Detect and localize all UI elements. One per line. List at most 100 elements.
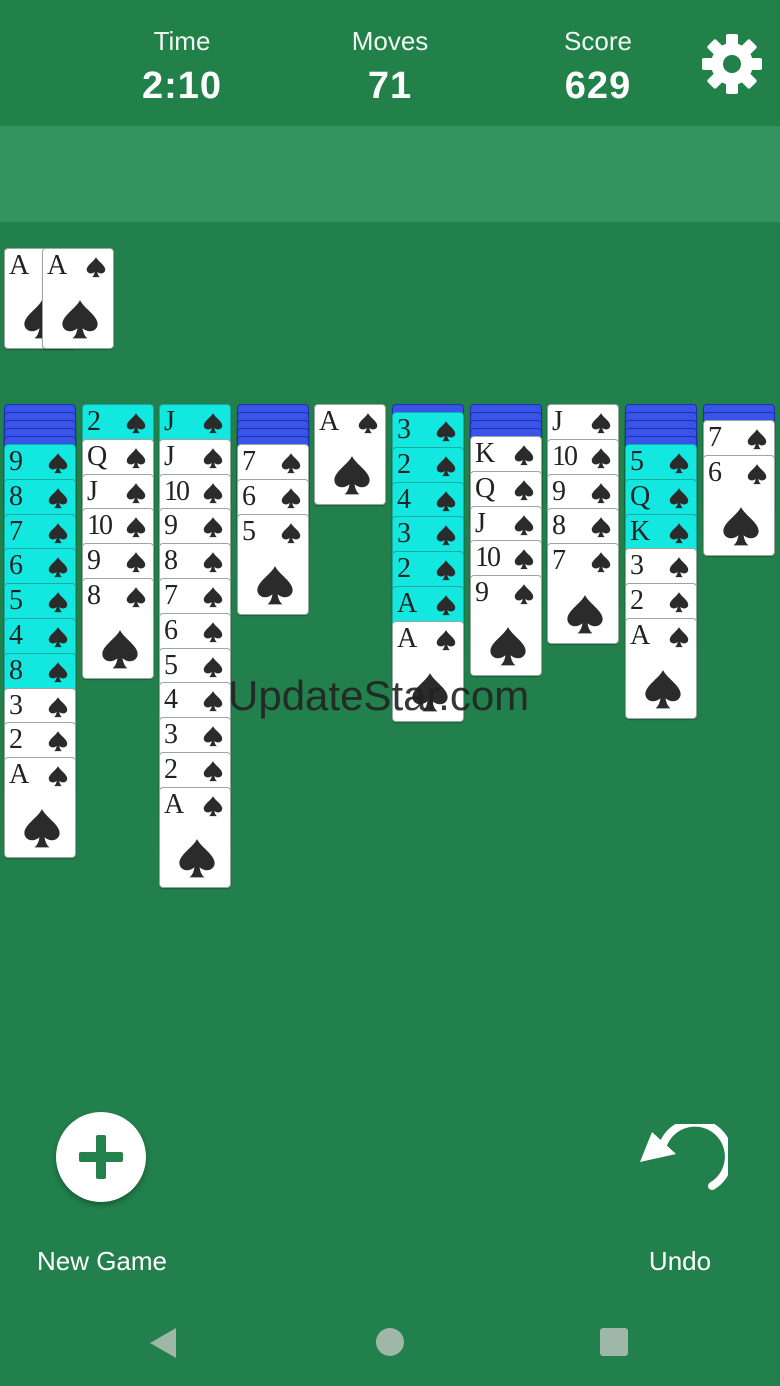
spade-icon [747, 429, 767, 450]
spade-icon [48, 696, 68, 717]
card-rank: 4 [397, 483, 411, 515]
new-game-label[interactable]: New Game [30, 1246, 174, 1277]
playing-card[interactable]: 8 [82, 578, 154, 679]
spade-icon [203, 552, 223, 573]
card-rank: 4 [164, 684, 178, 716]
card-rank: 9 [9, 446, 23, 477]
card-rank: A [630, 620, 650, 651]
spade-icon [747, 463, 767, 484]
card-rank: 2 [397, 553, 411, 585]
spade-icon [102, 630, 138, 669]
card-rank: A [164, 788, 184, 820]
spade-icon [203, 621, 223, 642]
card-rank: A [397, 588, 417, 619]
card-rank: 10 [87, 510, 113, 542]
spade-icon [281, 453, 301, 474]
spade-icon [203, 447, 223, 468]
card-rank: J [87, 475, 98, 507]
card-rank: A [397, 622, 417, 654]
card-rank: 3 [397, 518, 411, 550]
card-rank: 7 [164, 580, 178, 611]
spade-icon [48, 627, 68, 648]
card-rank: 3 [397, 414, 411, 445]
home-circle-icon[interactable] [374, 1326, 406, 1358]
card-rank: 10 [475, 542, 501, 574]
card-rank: Q [630, 480, 650, 512]
card-rank: 2 [9, 724, 23, 756]
undo-button[interactable] [632, 1118, 733, 1204]
card-rank: 6 [242, 480, 256, 512]
card-rank: Q [475, 472, 495, 504]
card-rank: 6 [164, 614, 178, 646]
spade-icon [436, 455, 456, 476]
card-rank: K [475, 438, 495, 469]
spade-icon [436, 629, 456, 650]
spade-icon [24, 809, 60, 848]
spade-icon [48, 557, 68, 578]
spade-icon [48, 487, 68, 508]
spade-icon [203, 795, 223, 816]
spade-icon [203, 656, 223, 677]
spade-icon [591, 413, 611, 434]
card-rank: 8 [9, 654, 23, 686]
card-rank: 5 [630, 446, 644, 477]
spade-icon [281, 522, 301, 543]
spade-icon [203, 691, 223, 712]
recents-square-icon[interactable] [598, 1326, 630, 1358]
playing-card[interactable]: A [314, 404, 386, 505]
spade-icon [48, 453, 68, 474]
spade-icon [203, 413, 223, 434]
spade-icon [203, 517, 223, 538]
system-nav-bar [0, 1300, 780, 1386]
playing-card[interactable]: A [625, 618, 697, 719]
spade-icon [179, 838, 215, 878]
undo-label[interactable]: Undo [632, 1246, 728, 1277]
playing-card[interactable]: 5 [237, 513, 309, 615]
playing-card[interactable]: 6 [703, 454, 775, 556]
card-rank: 10 [164, 475, 190, 507]
back-triangle-icon[interactable] [146, 1326, 180, 1360]
spade-icon [126, 413, 146, 434]
card-rank: J [475, 507, 486, 539]
card-rank: A [47, 250, 67, 281]
card-rank: A [9, 250, 29, 281]
playing-card[interactable]: 9 [470, 575, 542, 677]
plus-icon [79, 1135, 123, 1179]
playing-card[interactable]: A [159, 786, 231, 888]
undo-arrow-icon [640, 1118, 733, 1190]
watermark: UpdateStar.com [228, 672, 530, 719]
card-rank: J [164, 440, 175, 472]
spade-icon [126, 482, 146, 503]
game-board: A A 9 8 7 6 5 4 8 3 2 A 2 Q J 10 9 8 J J 10 9 8 7 6 5 4 3 2 A 7 6 5 A 3 2 4 3… [0, 0, 780, 1300]
card-rank: 9 [87, 545, 101, 577]
spade-icon [257, 565, 293, 604]
card-rank: A [319, 406, 339, 437]
spade-icon [126, 447, 146, 468]
playing-card[interactable]: 7 [547, 543, 619, 645]
spade-icon [645, 670, 681, 709]
card-rank: 9 [164, 510, 178, 542]
card-rank: 2 [397, 448, 411, 480]
card-rank: 3 [630, 550, 644, 582]
playing-card[interactable]: A [4, 757, 76, 859]
spade-icon [669, 627, 689, 648]
card-rank: 8 [164, 545, 178, 577]
card-rank: 5 [242, 515, 256, 547]
spade-icon [126, 517, 146, 538]
playing-card[interactable]: A [42, 248, 114, 349]
spade-icon [86, 257, 106, 278]
card-rank: 7 [552, 545, 566, 577]
spade-icon [436, 525, 456, 546]
spade-icon [669, 557, 689, 578]
spade-icon [591, 482, 611, 503]
spade-icon [48, 592, 68, 613]
spade-icon [48, 522, 68, 543]
spade-icon [567, 595, 603, 634]
new-game-button[interactable] [56, 1112, 146, 1202]
spade-icon [669, 522, 689, 543]
card-rank: Q [87, 440, 107, 472]
spade-icon [669, 487, 689, 508]
card-rank: 7 [708, 422, 722, 453]
spade-icon [203, 587, 223, 608]
card-rank: 6 [9, 550, 23, 582]
